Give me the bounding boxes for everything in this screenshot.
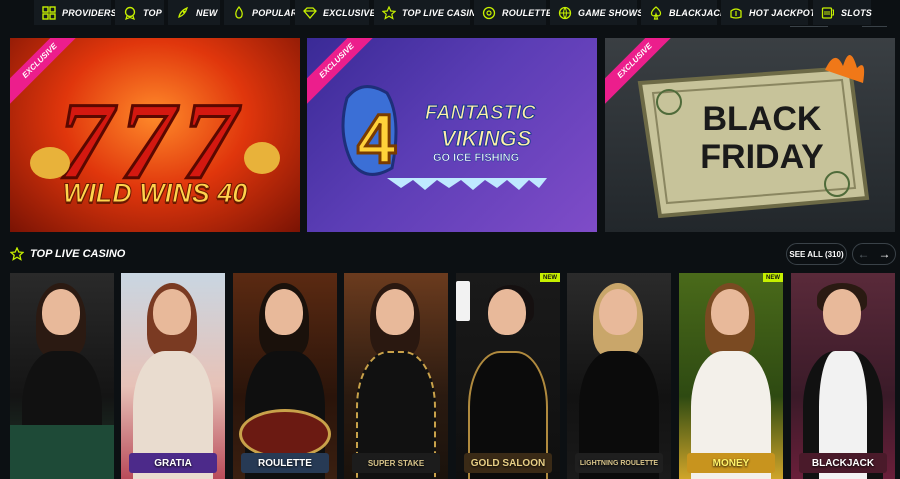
game-table bbox=[10, 425, 114, 479]
nav-popular[interactable]: POPULAR bbox=[224, 0, 297, 25]
tile-label: BLACKJACK bbox=[799, 453, 887, 473]
nav-label: HOT JACKPOTS bbox=[749, 7, 822, 18]
roulette-wheel bbox=[239, 409, 331, 459]
grid-icon bbox=[42, 5, 56, 20]
spade-icon bbox=[649, 5, 663, 20]
banner-title: WILD WINS 40 bbox=[62, 178, 248, 209]
live-game-tile[interactable]: LIGHTNING ROULETTE bbox=[567, 273, 671, 479]
dealer-face bbox=[265, 289, 303, 335]
nav-divider bbox=[862, 26, 887, 27]
new-badge: NEW bbox=[540, 273, 560, 282]
carousel-arrows: ← → bbox=[852, 243, 896, 265]
nav-top-live-casino[interactable]: TOP LIVE CASINO bbox=[374, 0, 483, 25]
dealer-face bbox=[823, 289, 861, 335]
nav-label: SLOTS bbox=[841, 7, 873, 18]
nav-label: BLACKJACK bbox=[669, 7, 727, 18]
nav-label: NEW bbox=[196, 7, 218, 18]
nav-label: TOP LIVE CASINO bbox=[402, 7, 484, 18]
banner-title-line1: FANTASTIC bbox=[425, 102, 537, 125]
live-game-tile[interactable]: GRATIA bbox=[121, 273, 225, 479]
nav-new[interactable]: NEW bbox=[168, 0, 220, 25]
slots-icon bbox=[821, 6, 835, 20]
tile-label: LIGHTNING ROULETTE bbox=[575, 453, 663, 473]
nav-hot-jackpots[interactable]: HOT JACKPOTS bbox=[721, 0, 822, 25]
money-icon bbox=[729, 6, 743, 20]
rocket-icon bbox=[176, 6, 190, 20]
new-badge: NEW bbox=[763, 273, 783, 282]
dealer-face bbox=[376, 289, 414, 335]
nav-label: GAME SHOWS bbox=[578, 7, 644, 18]
diamond-icon bbox=[303, 6, 317, 20]
nav-roulette[interactable]: ROULETTE bbox=[474, 0, 552, 25]
nav-label: POPULAR bbox=[252, 7, 298, 18]
ball-icon bbox=[558, 6, 572, 20]
nav-blackjack[interactable]: BLACKJACK bbox=[641, 0, 727, 25]
live-game-tile[interactable]: ROULETTE bbox=[233, 273, 337, 479]
nav-providers[interactable]: PROVIDERS bbox=[34, 0, 117, 25]
nav-label: EXCLUSIVE bbox=[323, 7, 376, 18]
arrow-left-icon[interactable]: ← bbox=[858, 247, 870, 261]
banner-fantastic-vikings[interactable]: 4 FANTASTIC VIKINGS GO ICE FISHING EXCLU… bbox=[307, 38, 597, 232]
dealer-face bbox=[711, 289, 749, 335]
playing-card bbox=[456, 281, 470, 321]
svg-text:4: 4 bbox=[357, 100, 396, 178]
nav-slots[interactable]: SLOTS bbox=[813, 0, 873, 25]
tile-label: SUPER STAKE bbox=[352, 453, 440, 473]
banner-wild-wins-40[interactable]: 777 WILD WINS 40 EXCLUSIVE bbox=[10, 38, 300, 232]
see-all-button[interactable]: SEE ALL (310) bbox=[786, 243, 847, 265]
tile-label: MONEY bbox=[687, 453, 775, 473]
tile-label: GOLD SALOON bbox=[464, 453, 552, 473]
category-nav: PROVIDERS TOP NEW POPULAR EXCLUSIVE TOP … bbox=[0, 0, 900, 27]
dealer-face bbox=[153, 289, 191, 335]
star-icon bbox=[10, 247, 24, 261]
tile-label: ROULETTE bbox=[241, 453, 329, 473]
banner-title-line1: BLACK bbox=[702, 100, 822, 138]
live-game-tile[interactable]: BLACKJACK bbox=[791, 273, 895, 479]
banner-title-line2: VIKINGS bbox=[440, 126, 532, 152]
flame-icon bbox=[232, 5, 246, 20]
arrow-right-icon[interactable]: → bbox=[879, 247, 891, 261]
live-game-tile[interactable]: GOLD SALOON bbox=[456, 273, 560, 479]
medal-icon bbox=[123, 6, 137, 20]
live-game-tile[interactable] bbox=[10, 273, 114, 479]
dealer-face bbox=[42, 289, 80, 335]
nav-divider bbox=[790, 26, 828, 27]
nav-label: TOP bbox=[143, 7, 162, 18]
live-game-tile[interactable]: MONEY bbox=[679, 273, 783, 479]
nav-label: PROVIDERS bbox=[62, 7, 117, 18]
tile-label: GRATIA bbox=[129, 453, 217, 473]
dealer-face bbox=[599, 289, 637, 335]
nav-label: ROULETTE bbox=[502, 7, 553, 18]
section-title: TOP LIVE CASINO bbox=[30, 248, 126, 260]
star-icon bbox=[382, 5, 396, 20]
nav-exclusive[interactable]: EXCLUSIVE bbox=[295, 0, 376, 25]
nav-game-shows[interactable]: GAME SHOWS bbox=[550, 0, 643, 25]
banner-subtitle: GO ICE FISHING bbox=[433, 152, 520, 165]
live-game-tile[interactable]: SUPER STAKE bbox=[344, 273, 448, 479]
dealer-face bbox=[488, 289, 526, 335]
roulette-icon bbox=[482, 6, 496, 20]
banner-title-line2: FRIDAY bbox=[700, 138, 824, 176]
banner-black-friday[interactable]: BLACK FRIDAY EXCLUSIVE bbox=[605, 38, 895, 232]
nav-top[interactable]: TOP bbox=[115, 0, 164, 25]
